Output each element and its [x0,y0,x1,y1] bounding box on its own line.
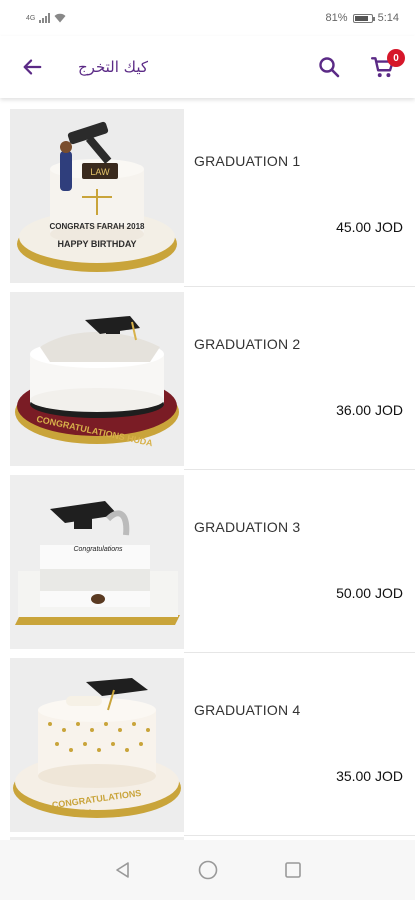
product-info: GRADUATION 4 35.00 JOD [184,654,415,836]
product-item[interactable]: LAW CONGRATS FARAH 2018 HAPPY BIRTHDAY G… [0,105,415,287]
appbar-actions: 0 [311,49,405,85]
product-price: 35.00 JOD [336,768,403,784]
circle-home-icon [198,860,217,880]
product-item[interactable]: CONGRATULATIONS NODA GRADUATION 4 35.00 … [0,654,415,836]
product-name: GRADUATION 1 [194,153,301,169]
cart-button[interactable]: 0 [365,49,405,85]
product-name: GRADUATION 3 [194,519,301,535]
arrow-left-icon [23,59,42,75]
status-left: 4G [26,13,66,23]
product-info: GRADUATION 1 45.00 JOD [184,105,415,287]
status-right: 81% 5:14 [326,12,399,24]
cart-count-badge: 0 [387,49,405,67]
svg-text:LAW: LAW [90,167,110,177]
product-list[interactable]: LAW CONGRATS FARAH 2018 HAPPY BIRTHDAY G… [0,105,415,840]
signal-icon [39,13,51,23]
system-nav-bar [0,840,415,900]
graduation-cake-cap-scroll-image: CONGRATULATIONS HUDA [10,292,184,466]
network-type: 4G [26,14,36,22]
status-bar: 4G 81% 5:14 [0,0,415,36]
nav-back-button[interactable] [108,855,138,885]
product-info: GRADUATION 3 50.00 JOD [184,471,415,653]
product-name: GRADUATION 4 [194,702,301,718]
back-button[interactable] [14,49,50,85]
battery-icon [352,13,375,23]
svg-text:HAPPY BIRTHDAY: HAPPY BIRTHDAY [57,239,136,249]
page-title: كيك التخرج [78,58,148,76]
product-item[interactable]: CONGRATULATIONS HUDA GRADUATION 2 36.00 … [0,288,415,470]
app-bar: كيك التخرج 0 [0,36,415,98]
product-name: GRADUATION 2 [194,336,301,352]
product-price: 45.00 JOD [336,219,403,235]
search-button[interactable] [311,49,347,85]
product-info: GRADUATION 2 36.00 JOD [184,288,415,470]
product-item[interactable]: Congratulations GRADUATION 3 50.00 JOD [0,471,415,653]
square-recents-icon [284,862,301,878]
graduation-cake-pearls-image: CONGRATULATIONS NODA [10,658,184,832]
nav-recents-button[interactable] [278,855,308,885]
battery-percent: 81% [325,12,348,24]
graduation-cake-square-image: Congratulations [10,475,184,649]
wifi-icon [54,13,66,23]
nav-home-button[interactable] [193,855,223,885]
search-icon [319,57,340,78]
product-price: 50.00 JOD [336,585,403,601]
svg-text:Congratulations: Congratulations [73,546,123,553]
svg-text:CONGRATS FARAH 2018: CONGRATS FARAH 2018 [50,222,146,231]
clock: 5:14 [377,12,399,24]
graduation-cake-law-image: LAW CONGRATS FARAH 2018 HAPPY BIRTHDAY [10,109,184,283]
svg-text:NODA: NODA [67,808,94,818]
product-price: 36.00 JOD [336,402,403,418]
triangle-back-icon [115,862,129,878]
